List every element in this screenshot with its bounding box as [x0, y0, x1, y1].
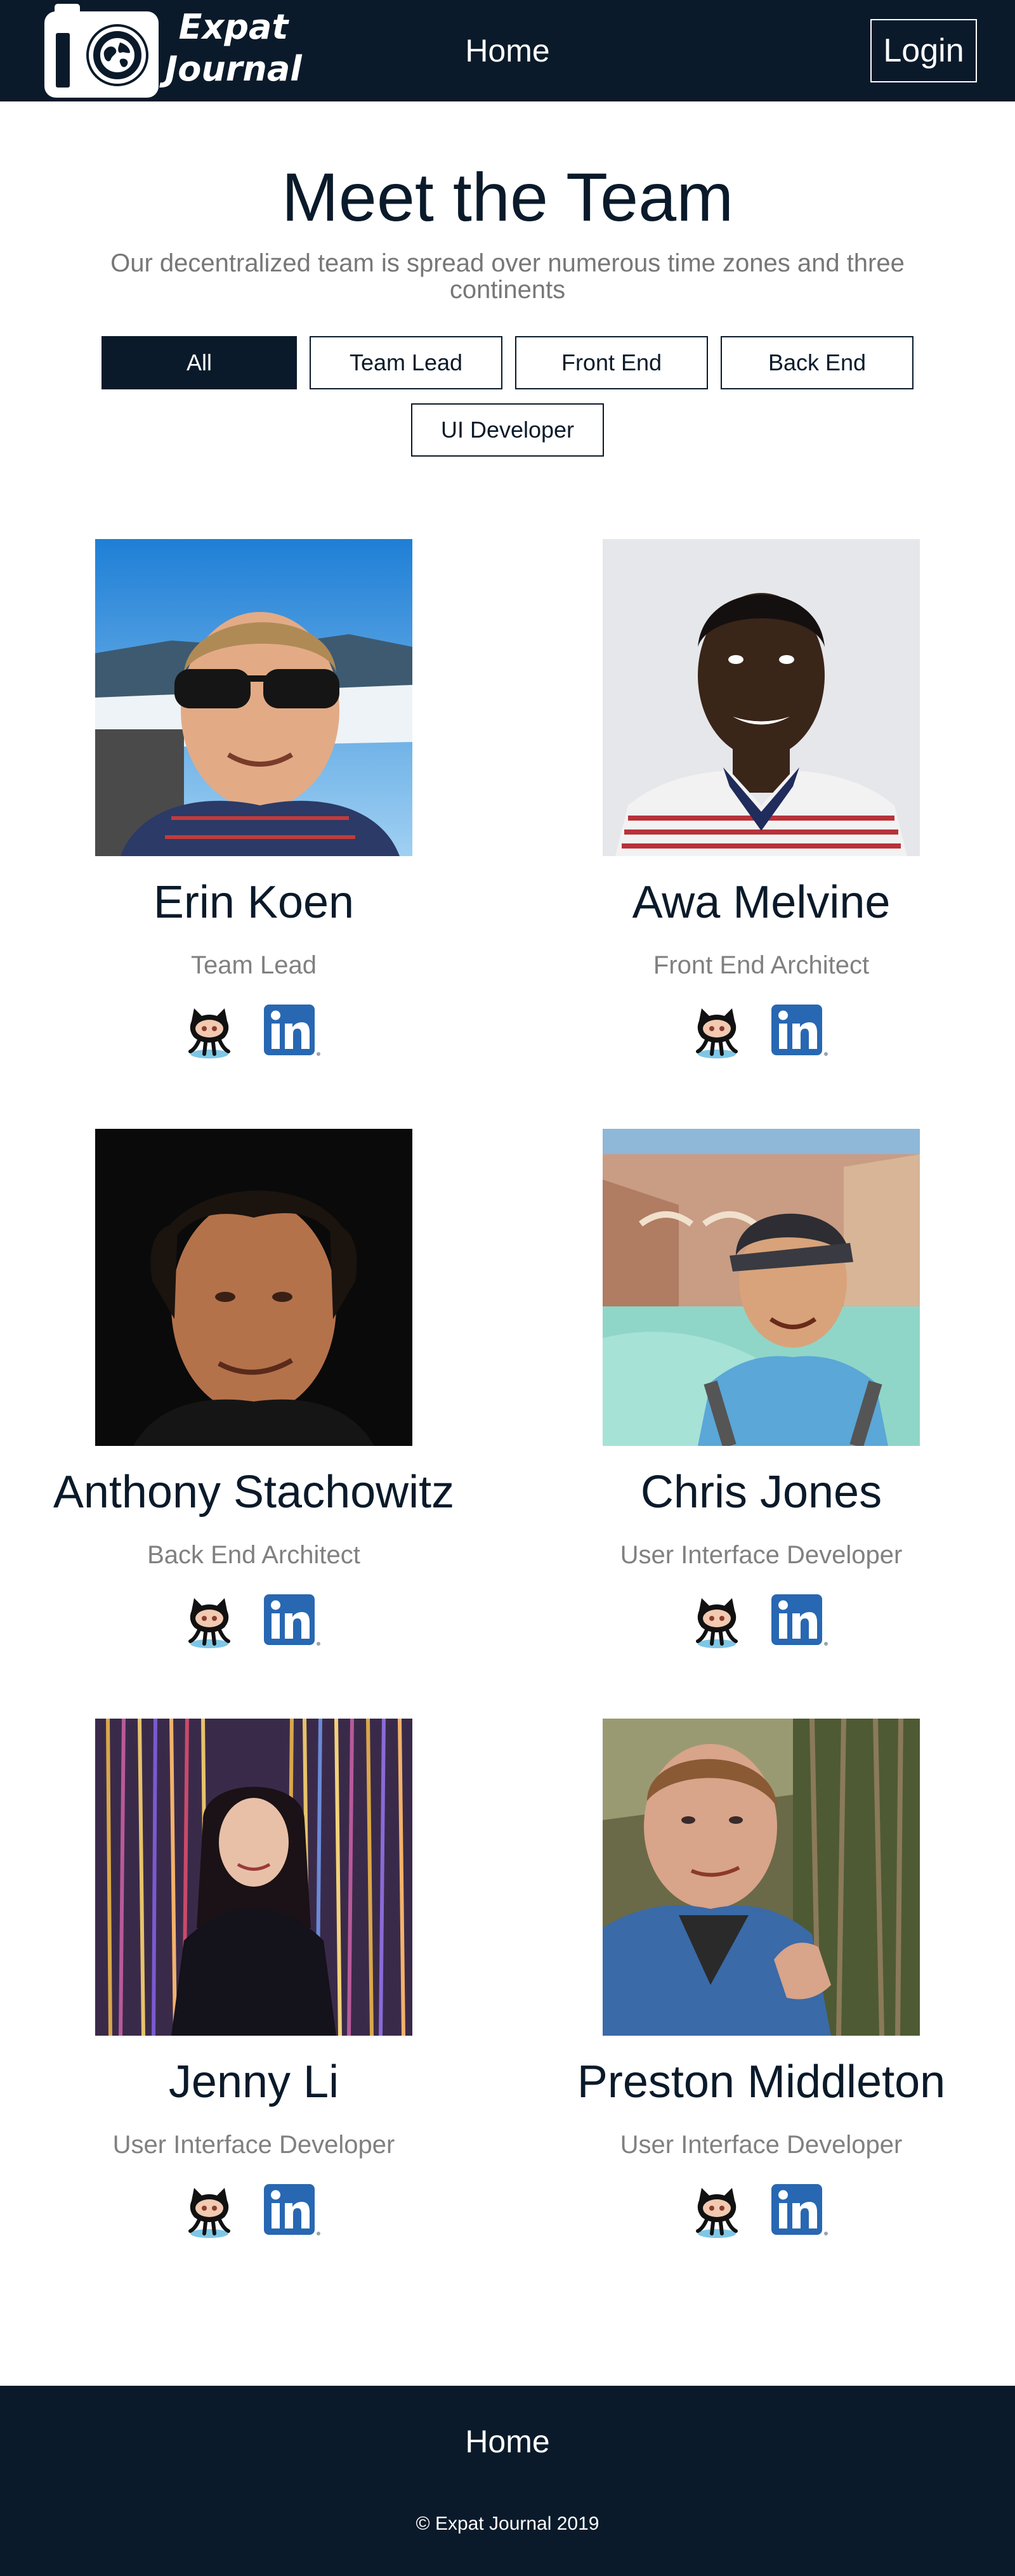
member-photo [95, 1129, 412, 1446]
team-member-card: Chris Jones User Interface Developer [508, 1129, 1015, 1687]
team-member-card: Erin Koen Team Lead [0, 539, 508, 1097]
expat-journal-logo[interactable]: Expat Journal [44, 4, 302, 98]
github-octocat-icon[interactable] [688, 2182, 746, 2240]
page-subtitle: Our decentralized team is spread over nu… [110, 249, 905, 304]
github-octocat-icon[interactable] [180, 1002, 239, 1060]
member-photo [95, 1719, 412, 2036]
login-button[interactable]: Login [870, 19, 977, 82]
filter-all-button[interactable]: All [102, 336, 297, 389]
member-social-links [0, 1002, 508, 1065]
github-octocat-icon[interactable] [688, 1592, 746, 1650]
member-social-links [508, 2182, 1015, 2245]
member-role: User Interface Developer [620, 1541, 903, 1569]
member-social-links [0, 2182, 508, 2245]
member-name: Awa Melvine [632, 877, 891, 928]
linkedin-icon[interactable] [771, 1005, 828, 1058]
linkedin-icon[interactable] [771, 1594, 828, 1648]
filter-team-lead-button[interactable]: Team Lead [310, 336, 502, 389]
member-name: Jenny Li [168, 2057, 339, 2107]
linkedin-icon[interactable] [264, 1005, 321, 1058]
member-role: Front End Architect [653, 951, 870, 979]
member-name: Erin Koen [153, 877, 355, 928]
site-header: Expat Journal Home Login [0, 0, 1015, 101]
linkedin-icon[interactable] [771, 2184, 828, 2237]
team-member-card: Anthony Stachowitz Back End Architect [0, 1129, 508, 1687]
member-social-links [508, 1002, 1015, 1065]
copyright-text: © Expat Journal 2019 [416, 2513, 599, 2534]
footer-home-link[interactable]: Home [412, 2421, 603, 2462]
member-name: Anthony Stachowitz [53, 1467, 455, 1518]
github-octocat-icon[interactable] [688, 1002, 746, 1060]
member-role: User Interface Developer [112, 2131, 395, 2159]
filter-front-end-button[interactable]: Front End [515, 336, 708, 389]
member-role: Team Lead [191, 951, 317, 979]
member-name: Preston Middleton [577, 2057, 946, 2107]
member-role: Back End Architect [147, 1541, 360, 1569]
team-member-card: Awa Melvine Front End Architect [508, 539, 1015, 1097]
filter-back-end-button[interactable]: Back End [721, 336, 914, 389]
member-role: User Interface Developer [620, 2131, 903, 2159]
member-name: Chris Jones [640, 1467, 882, 1518]
site-footer: Home © Expat Journal 2019 [0, 2386, 1015, 2576]
page-title: Meet the Team [281, 159, 734, 235]
camera-globe-logo-icon [44, 4, 159, 98]
member-photo [603, 539, 920, 856]
member-social-links [0, 1592, 508, 1655]
linkedin-icon[interactable] [264, 1594, 321, 1648]
logo-line-2: Journal [165, 49, 302, 89]
member-photo [95, 539, 412, 856]
nav-home-link[interactable]: Home [444, 30, 571, 71]
logo-wordmark: Expat Journal [164, 6, 303, 90]
member-photo [603, 1129, 920, 1446]
linkedin-icon[interactable] [264, 2184, 321, 2237]
team-member-card: Jenny Li User Interface Developer [0, 1719, 508, 2277]
filter-ui-developer-button[interactable]: UI Developer [411, 403, 604, 457]
member-photo [603, 1719, 920, 2036]
github-octocat-icon[interactable] [180, 1592, 239, 1650]
team-member-card: Preston Middleton User Interface Develop… [508, 1719, 1015, 2277]
github-octocat-icon[interactable] [180, 2182, 239, 2240]
member-social-links [508, 1592, 1015, 1655]
logo-line-1: Expat [178, 7, 289, 47]
